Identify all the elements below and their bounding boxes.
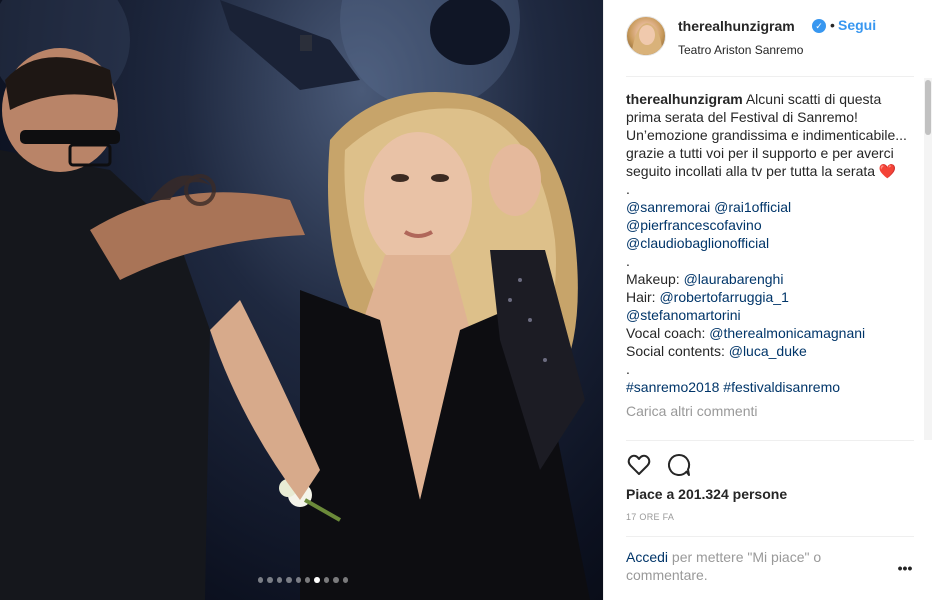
post-timestamp: 17 ORE FA — [626, 512, 675, 522]
follow-button[interactable]: Segui — [838, 17, 876, 33]
mention-link[interactable]: @stefanomartorini — [626, 306, 916, 324]
heart-outline-icon — [627, 454, 651, 475]
caption-username-link[interactable]: therealhunzigram — [626, 91, 743, 107]
load-more-comments-button[interactable]: Carica altri commenti — [626, 402, 916, 420]
username-link[interactable]: therealhunzigram — [678, 18, 795, 34]
carousel-dot — [342, 577, 349, 583]
comment-bubble-icon — [668, 453, 691, 476]
post-details-panel: therealhunzigram ✓ • Segui Teatro Aristo… — [603, 0, 935, 600]
comment-button[interactable] — [666, 452, 692, 478]
mention-link[interactable]: @luca_duke — [729, 343, 807, 359]
carousel-dot — [258, 577, 264, 583]
login-link[interactable]: Accedi — [626, 549, 668, 565]
action-bar — [626, 452, 706, 478]
mention-link[interactable]: @claudiobaglionofficial — [626, 234, 916, 252]
location-link[interactable]: Teatro Ariston Sanremo — [678, 43, 803, 57]
carousel-dot — [323, 577, 330, 583]
carousel-dot — [276, 577, 283, 583]
caption-dot: . — [626, 361, 630, 377]
carousel-dot — [333, 577, 339, 583]
carousel-dot — [267, 577, 273, 583]
carousel-dot — [295, 577, 302, 583]
heart-emoji: ❤️ — [878, 163, 897, 179]
comments-list[interactable]: therealhunzigram Alcuni scatti di questa… — [626, 90, 916, 440]
mention-link[interactable]: @pierfrancescofavino — [626, 216, 916, 234]
mention-link[interactable]: @robertofarruggia_1 — [659, 289, 788, 305]
more-options-icon[interactable]: ••• — [896, 561, 914, 580]
photo-illustration — [0, 0, 590, 600]
header-separator: • — [830, 17, 835, 33]
caption-dot: . — [626, 181, 630, 197]
carousel-dot — [286, 577, 292, 583]
credit-label: Social contents: — [626, 343, 725, 359]
footer-divider — [626, 536, 914, 537]
likes-count[interactable]: Piace a 201.324 persone — [626, 486, 787, 502]
post-photo[interactable] — [0, 0, 603, 600]
login-prompt: Accedi per mettere "Mi piace" o commenta… — [626, 548, 866, 584]
credit-label: Vocal coach: — [626, 325, 706, 341]
mention-link[interactable]: @therealmonicamagnani — [709, 325, 865, 341]
carousel-dot-active — [314, 577, 320, 583]
comments-scrollbar[interactable] — [924, 78, 932, 440]
credit-label: Makeup: — [626, 271, 680, 287]
header-divider — [626, 76, 914, 77]
mention-link[interactable]: @laurabarenghi — [684, 271, 784, 287]
avatar-image — [631, 23, 663, 55]
comments-divider — [626, 440, 914, 441]
credit-social: Social contents: @luca_duke — [626, 342, 916, 360]
credit-vocal: Vocal coach: @therealmonicamagnani — [626, 324, 916, 342]
avatar[interactable] — [626, 16, 666, 56]
post-header: therealhunzigram ✓ • Segui Teatro Aristo… — [626, 16, 916, 64]
caption-dot: . — [626, 253, 630, 269]
carousel-dot — [305, 577, 311, 583]
carousel-dots — [258, 576, 349, 584]
like-button[interactable] — [626, 452, 652, 478]
scrollbar-thumb[interactable] — [925, 80, 931, 135]
credit-hair: Hair: @robertofarruggia_1 — [626, 288, 916, 306]
credit-label: Hair: — [626, 289, 656, 305]
hashtag-link[interactable]: #sanremo2018 #festivaldisanremo — [626, 378, 916, 396]
credit-makeup: Makeup: @laurabarenghi — [626, 270, 916, 288]
verified-badge-icon: ✓ — [812, 19, 826, 33]
mention-link[interactable]: @sanremorai @rai1official — [626, 198, 916, 216]
caption-block: therealhunzigram Alcuni scatti di questa… — [626, 90, 916, 180]
